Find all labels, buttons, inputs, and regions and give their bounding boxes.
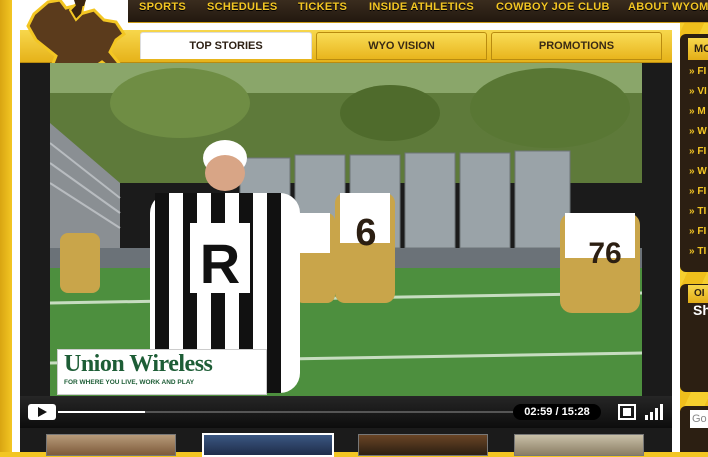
- video-player[interactable]: R 6 76: [20, 63, 672, 396]
- sidebar-more-header: MO: [688, 38, 708, 60]
- time-readout: 02:59 / 15:28: [513, 404, 601, 420]
- nav-sports[interactable]: SPORTS: [139, 1, 186, 13]
- nav-schedules[interactable]: SCHEDULES: [207, 1, 278, 13]
- player-number-left: 6: [355, 212, 376, 254]
- thumbnail-1[interactable]: [46, 434, 176, 456]
- thumbnail-2[interactable]: [202, 433, 334, 457]
- seek-bar[interactable]: [58, 411, 518, 413]
- seek-progress: [58, 411, 146, 413]
- sponsor-brand: Union Wireless: [64, 351, 213, 377]
- page-edge: [0, 0, 12, 452]
- nav-inside-athletics[interactable]: INSIDE ATHLETICS: [369, 1, 474, 13]
- sidebar-link[interactable]: » TI: [689, 246, 708, 257]
- thumbnail-4[interactable]: [514, 434, 644, 456]
- thumbnail-strip: [20, 428, 672, 457]
- sidebar-promo-text: Sh: [693, 302, 708, 318]
- nav-cowboy-joe-club[interactable]: COWBOY JOE CLUB: [496, 1, 610, 13]
- referee-letter: R: [200, 232, 240, 295]
- sidebar-promo-header: OI: [688, 285, 708, 303]
- tab-promotions[interactable]: PROMOTIONS: [491, 32, 662, 60]
- play-button[interactable]: [28, 404, 56, 420]
- fullscreen-icon[interactable]: [618, 404, 636, 420]
- sidebar-link[interactable]: » TI: [689, 206, 708, 217]
- nav-tickets[interactable]: TICKETS: [298, 1, 347, 13]
- sidebar-link[interactable]: » FI: [689, 186, 708, 197]
- volume-icon[interactable]: [644, 403, 664, 420]
- top-nav: SPORTS SCHEDULES TICKETS INSIDE ATHLETIC…: [128, 0, 708, 23]
- sidebar-link[interactable]: » W: [689, 166, 708, 177]
- tab-wyo-vision[interactable]: WYO VISION: [316, 32, 487, 60]
- sidebar-link[interactable]: » FI: [689, 226, 708, 237]
- video-frame-image[interactable]: R 6 76: [50, 63, 642, 396]
- sidebar-link[interactable]: » FI: [689, 146, 708, 157]
- sidebar-link[interactable]: » VI: [689, 86, 708, 97]
- video-controls: 02:59 / 15:28: [20, 396, 672, 428]
- sidebar-link[interactable]: » W: [689, 126, 708, 137]
- search-input[interactable]: Go: [690, 410, 708, 428]
- sponsor-overlay[interactable]: Union Wireless FOR WHERE YOU LIVE, WORK …: [57, 349, 267, 395]
- nav-about-wyoming[interactable]: ABOUT WYOMI: [628, 1, 708, 13]
- tab-top-stories[interactable]: TOP STORIES: [140, 32, 312, 59]
- thumbnail-3[interactable]: [358, 434, 488, 456]
- sidebar-link[interactable]: » M: [689, 106, 708, 117]
- sidebar-link[interactable]: » FI: [689, 66, 708, 77]
- sponsor-tagline: FOR WHERE YOU LIVE, WORK AND PLAY: [64, 379, 195, 386]
- player-number-right: 76: [588, 237, 621, 270]
- play-icon: [38, 407, 47, 417]
